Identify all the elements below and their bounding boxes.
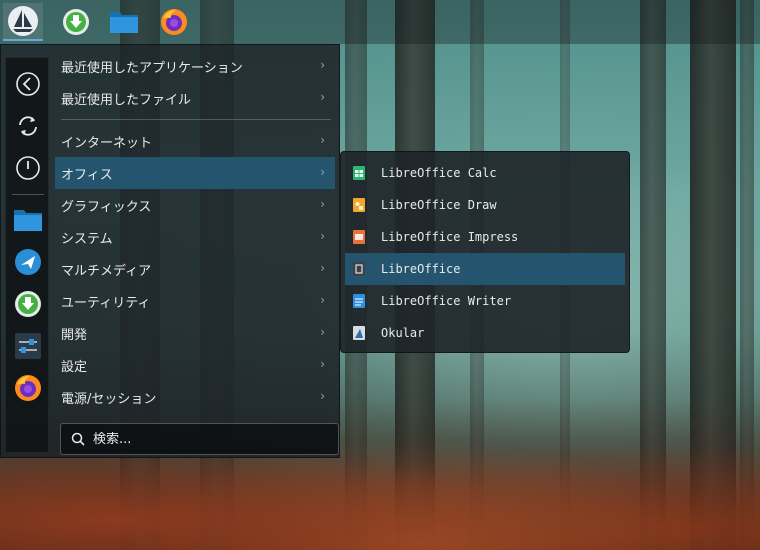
- file-manager-button[interactable]: [104, 3, 144, 41]
- writer-icon: [351, 293, 367, 309]
- app-label: Okular: [381, 326, 425, 340]
- back-button[interactable]: [6, 64, 50, 104]
- category-separator: [61, 119, 331, 120]
- favorites-separator: [12, 194, 44, 195]
- firefox-icon: [15, 375, 41, 401]
- app-label: LibreOffice Draw: [381, 198, 497, 212]
- draw-icon: [351, 197, 367, 213]
- category-recent-files[interactable]: 最近使用したファイル ›: [55, 82, 335, 114]
- app-okular[interactable]: Okular: [345, 317, 625, 349]
- chevron-right-icon: ›: [320, 197, 325, 211]
- plane-icon: [15, 249, 41, 275]
- application-launcher-button[interactable]: [3, 3, 43, 41]
- category-settings[interactable]: 設定 ›: [55, 349, 335, 381]
- switch-user-button[interactable]: [6, 106, 50, 146]
- category-label: マルチメディア: [61, 263, 152, 279]
- favorite-download-manager[interactable]: [6, 284, 50, 324]
- app-libreoffice-calc[interactable]: LibreOffice Calc: [345, 157, 625, 189]
- back-arrow-icon: [16, 72, 40, 96]
- refresh-icon: [19, 116, 37, 136]
- libreoffice-icon: [351, 261, 367, 277]
- favorite-firefox[interactable]: [6, 368, 50, 408]
- category-label: 最近使用したアプリケーション: [61, 60, 243, 76]
- chevron-right-icon: ›: [320, 165, 325, 179]
- category-label: 設定: [61, 359, 88, 375]
- category-label: オフィス: [61, 167, 113, 183]
- category-recent-applications[interactable]: 最近使用したアプリケーション ›: [55, 50, 335, 82]
- category-graphics[interactable]: グラフィックス ›: [55, 189, 335, 221]
- category-label: 開発: [61, 327, 88, 343]
- category-label: ユーティリティ: [61, 295, 151, 311]
- calc-icon: [351, 165, 367, 181]
- app-label: LibreOffice Writer: [381, 294, 512, 308]
- app-libreoffice-draw[interactable]: LibreOffice Draw: [345, 189, 625, 221]
- chevron-right-icon: ›: [320, 293, 325, 307]
- power-button[interactable]: [6, 148, 50, 188]
- app-libreoffice[interactable]: LibreOffice: [345, 253, 625, 285]
- download-icon: [63, 9, 89, 35]
- category-power-session[interactable]: 電源/セッション ›: [55, 381, 335, 413]
- office-submenu: LibreOffice Calc LibreOffice Draw LibreO…: [340, 151, 630, 353]
- folder-icon: [14, 210, 42, 231]
- impress-icon: [351, 229, 367, 245]
- chevron-right-icon: ›: [320, 58, 325, 72]
- okular-icon: [351, 325, 367, 341]
- app-libreoffice-impress[interactable]: LibreOffice Impress: [345, 221, 625, 253]
- app-libreoffice-writer[interactable]: LibreOffice Writer: [345, 285, 625, 317]
- chevron-right-icon: ›: [320, 133, 325, 147]
- category-label: システム: [61, 231, 113, 247]
- category-multimedia[interactable]: マルチメディア ›: [55, 253, 335, 285]
- favorite-file-manager[interactable]: [6, 200, 50, 240]
- chevron-right-icon: ›: [320, 357, 325, 371]
- category-label: 最近使用したファイル: [61, 92, 192, 108]
- chevron-right-icon: ›: [320, 325, 325, 339]
- firefox-button[interactable]: [154, 3, 194, 41]
- app-label: LibreOffice: [381, 262, 461, 276]
- app-label: LibreOffice Calc: [381, 166, 497, 180]
- search-box[interactable]: [60, 423, 339, 455]
- top-panel: [0, 0, 760, 44]
- chevron-right-icon: ›: [320, 229, 325, 243]
- category-internet[interactable]: インターネット ›: [55, 125, 335, 157]
- favorites-bar: [5, 57, 49, 453]
- folder-icon: [110, 12, 138, 33]
- search-input[interactable]: [93, 431, 333, 447]
- download-manager-button[interactable]: [56, 3, 96, 41]
- category-development[interactable]: 開発 ›: [55, 317, 335, 349]
- category-label: 電源/セッション: [61, 391, 157, 407]
- favorite-app-plane[interactable]: [6, 242, 50, 282]
- category-label: グラフィックス: [61, 199, 152, 215]
- download-icon: [15, 291, 41, 317]
- favorite-system-settings[interactable]: [6, 326, 50, 366]
- search-icon: [71, 432, 85, 446]
- app-label: LibreOffice Impress: [381, 230, 519, 244]
- settings-icon: [15, 333, 41, 359]
- power-icon: [16, 156, 40, 180]
- category-label: インターネット: [61, 135, 153, 151]
- firefox-icon: [161, 9, 187, 35]
- category-office[interactable]: オフィス ›: [55, 157, 335, 189]
- chevron-right-icon: ›: [320, 90, 325, 104]
- category-system[interactable]: システム ›: [55, 221, 335, 253]
- chevron-right-icon: ›: [320, 389, 325, 403]
- chevron-right-icon: ›: [320, 261, 325, 275]
- sailboat-menu-icon: [8, 6, 38, 36]
- category-utilities[interactable]: ユーティリティ ›: [55, 285, 335, 317]
- application-launcher-menu: 最近使用したアプリケーション › 最近使用したファイル › インターネット › …: [0, 44, 340, 458]
